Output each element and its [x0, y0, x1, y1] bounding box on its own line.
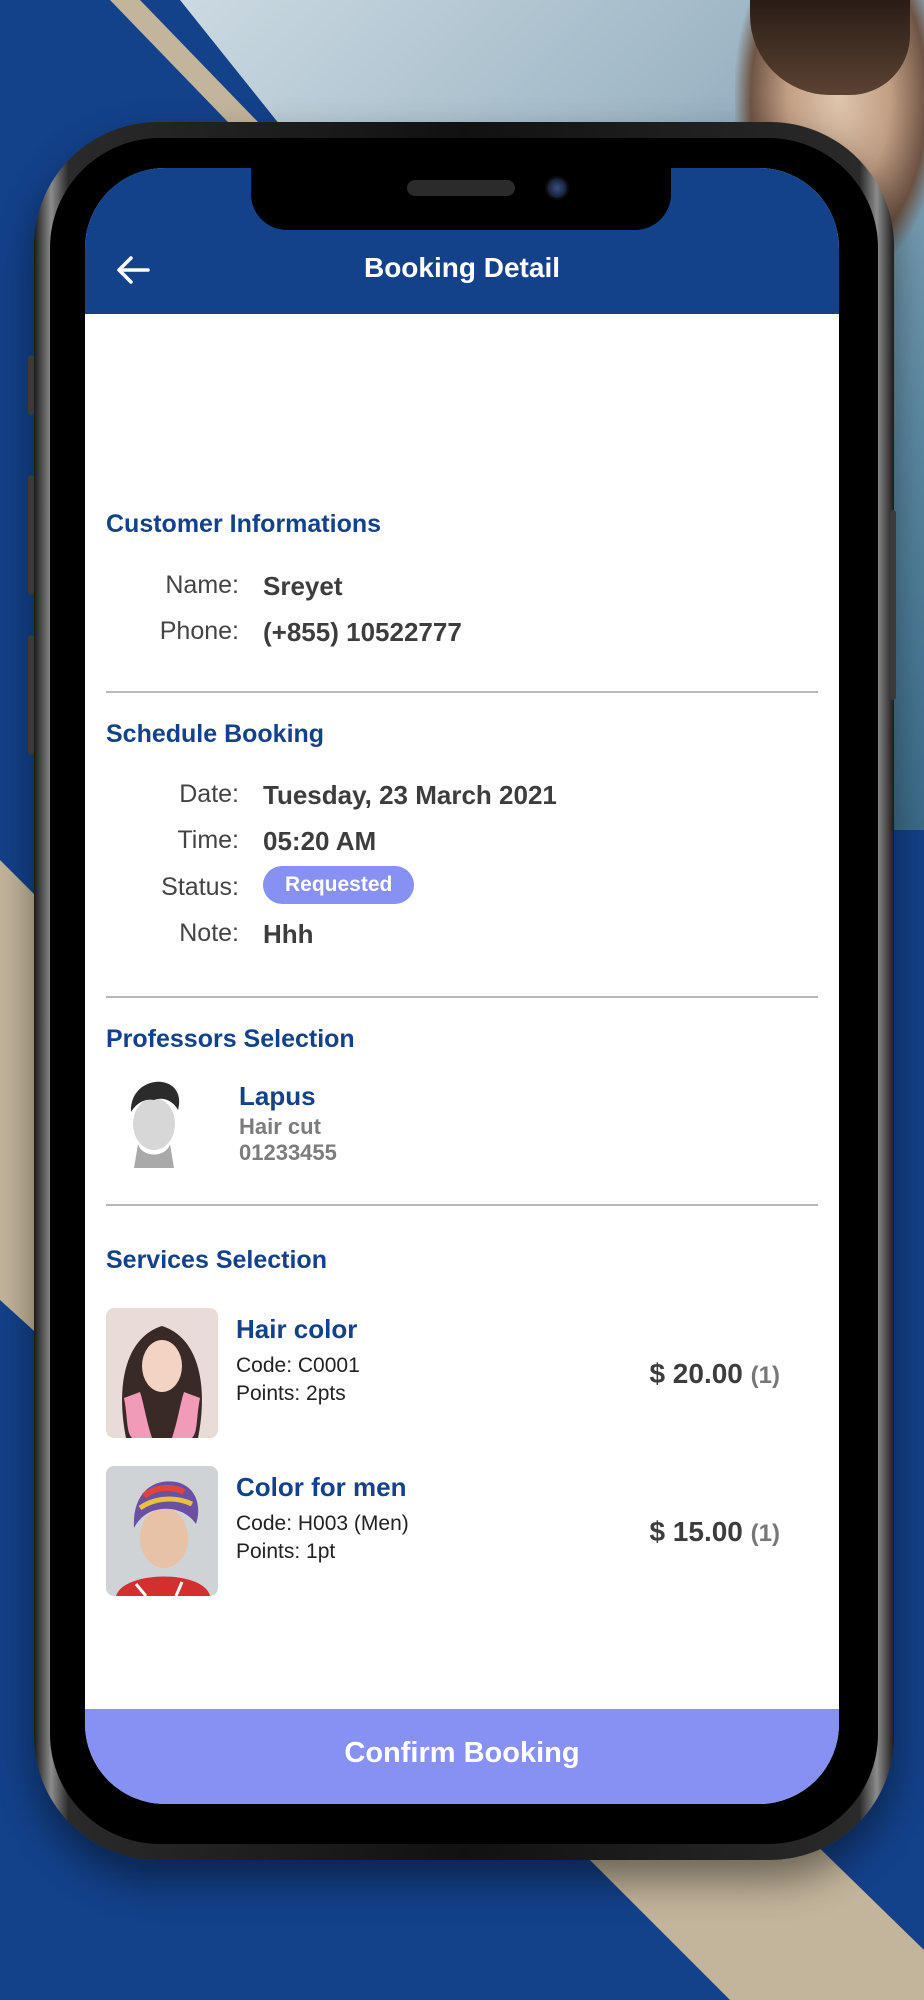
status-label: Status:	[161, 873, 239, 901]
time-label: Time:	[177, 826, 239, 854]
phone-label: Phone:	[159, 617, 239, 645]
professor-avatar	[118, 1074, 190, 1168]
page-title: Booking Detail	[363, 252, 560, 283]
customer-section-title: Customer Informations	[106, 510, 382, 538]
service-price: $ 15.00	[649, 1516, 743, 1547]
status-row: Status: Requested	[106, 866, 818, 913]
phone-volume-up	[28, 475, 34, 595]
schedule-section-title: Schedule Booking	[106, 720, 325, 748]
app-screen: Booking Detail Customer Informations Nam…	[85, 168, 839, 1804]
customer-name-row: Name: Sreyet	[106, 571, 818, 611]
service-price-line: $ 15.00 (1)	[649, 1516, 780, 1548]
front-camera-icon	[545, 176, 569, 200]
service-thumbnail-color-for-men	[106, 1466, 218, 1596]
service-thumbnail-hair-color	[106, 1308, 218, 1438]
service-price: $ 20.00	[649, 1358, 743, 1389]
phone-notch	[251, 168, 671, 230]
customer-phone-row: Phone: (+855) 10522777	[106, 617, 818, 657]
service-name: Hair color	[236, 1314, 358, 1344]
professor-phone: 01233455	[239, 1140, 337, 1165]
time-row: Time: 05:20 AM	[106, 826, 818, 866]
customer-phone: (+855) 10522777	[263, 617, 462, 647]
service-code: Code: H003 (Men)	[236, 1512, 409, 1535]
note-row: Note: Hhh	[106, 919, 818, 959]
date-label: Date:	[179, 780, 239, 808]
note-label: Note:	[179, 919, 239, 947]
customer-name: Sreyet	[263, 571, 343, 601]
phone-mute-switch	[28, 355, 34, 415]
phone-volume-down	[28, 635, 34, 755]
service-quantity: (1)	[750, 1520, 780, 1547]
service-points: Points: 2pts	[236, 1382, 346, 1405]
booking-time: 05:20 AM	[263, 826, 377, 856]
service-name: Color for men	[236, 1472, 407, 1502]
service-code: Code: C0001	[236, 1354, 360, 1377]
section-divider	[106, 691, 818, 693]
phone-power-button	[890, 510, 896, 700]
services-section-title: Services Selection	[106, 1246, 327, 1274]
confirm-booking-button[interactable]: Confirm Booking	[85, 1709, 839, 1804]
section-divider	[106, 996, 818, 998]
professor-role: Hair cut	[239, 1114, 321, 1139]
date-row: Date: Tuesday, 23 March 2021	[106, 780, 818, 820]
name-label: Name:	[165, 571, 239, 599]
service-quantity: (1)	[750, 1362, 780, 1389]
speaker-grille	[407, 180, 515, 196]
booking-date: Tuesday, 23 March 2021	[263, 780, 557, 810]
professor-section-title: Professors Selection	[106, 1025, 355, 1053]
booking-note: Hhh	[263, 919, 314, 949]
section-divider	[106, 1204, 818, 1206]
status-badge: Requested	[263, 866, 415, 904]
service-price-line: $ 20.00 (1)	[649, 1358, 780, 1390]
service-points: Points: 1pt	[236, 1540, 336, 1563]
professor-name: Lapus	[239, 1081, 316, 1111]
